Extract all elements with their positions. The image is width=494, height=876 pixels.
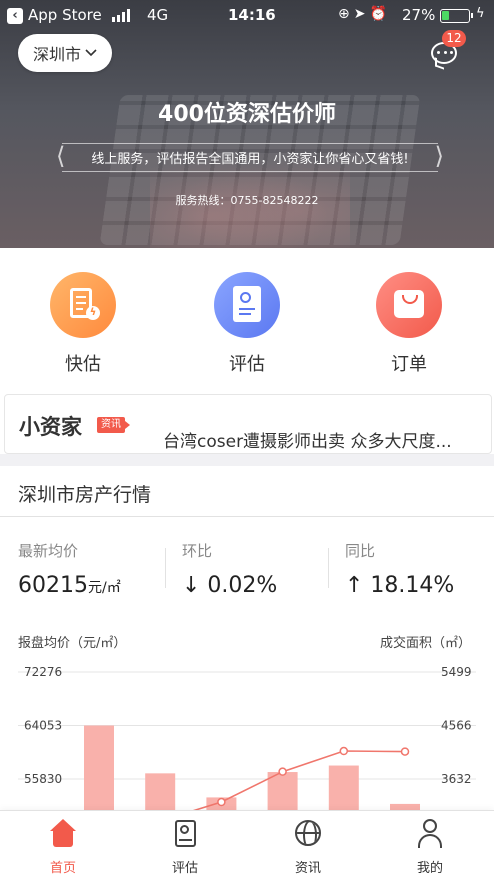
battery-percent: 27% <box>402 6 436 24</box>
quick-estimate-icon: ϟ <box>50 272 116 338</box>
back-app-label[interactable]: App Store <box>28 6 102 24</box>
stat-label: 最新均价 <box>18 542 79 560</box>
service-label: 订单 <box>391 354 427 375</box>
service-label: 评估 <box>229 354 265 375</box>
tab-label: 资讯 <box>294 861 321 876</box>
home-icon <box>48 819 78 849</box>
bar <box>84 725 114 810</box>
divider <box>328 548 329 588</box>
left-tick-label: 55830 <box>24 772 62 786</box>
news-headline[interactable]: 台湾coser遭摄影师出卖 众多大尺度... <box>163 427 483 452</box>
stat-label: 同比 <box>345 542 376 560</box>
divider <box>165 548 166 588</box>
status-icons: ⊕➤⏰ <box>338 6 391 22</box>
service-quick-estimate[interactable]: ϟ 快估 <box>38 272 128 376</box>
line-point <box>217 797 226 807</box>
service-grid: ϟ 快估 评估 订单 <box>0 248 494 392</box>
city-name: 深圳市 <box>32 45 81 64</box>
series-line <box>192 750 406 810</box>
hero-tagline-text: 线上服务，评估报告全国通用，小资家让你省心又省钱! <box>91 152 409 167</box>
signal-strength-icon <box>112 9 130 22</box>
status-bar: ‹ App Store 4G 14:16 ⊕➤⏰ 27% ϟ <box>0 0 494 32</box>
appraisal-doc-icon <box>170 819 200 849</box>
charging-icon: ϟ <box>476 6 485 21</box>
hotline-text[interactable]: 服务热线：0755-82548222 <box>0 192 494 208</box>
section-gap <box>0 454 494 466</box>
line-point <box>339 746 349 756</box>
battery-icon <box>440 9 473 23</box>
appraisal-icon <box>214 272 280 338</box>
service-orders[interactable]: 订单 <box>364 272 454 376</box>
message-count-badge: 12 <box>442 30 466 47</box>
hero-headline: 400位资深估价师 <box>158 102 336 127</box>
line-point <box>400 747 410 756</box>
right-tick-label: 4566 <box>441 719 472 733</box>
city-selector[interactable]: 深圳市 <box>18 34 112 72</box>
tab-label: 评估 <box>171 861 198 876</box>
stat-average-price: 最新均价 60215元/㎡ <box>18 540 121 598</box>
tab-appraisal[interactable]: 评估 <box>140 819 230 876</box>
right-tick-label: 5499 <box>441 665 472 679</box>
left-tick-label: 72276 <box>24 665 62 679</box>
news-ticker[interactable]: 小资家 资讯 台湾coser遭摄影师出卖 众多大尺度... <box>4 394 492 454</box>
news-brand-logo: 小资家 <box>19 414 82 439</box>
service-label: 快估 <box>65 354 101 375</box>
average-price-value: 60215 <box>18 573 88 598</box>
bottom-tab-bar: 首页 评估 资讯 我的 <box>0 810 494 876</box>
back-to-app-icon[interactable]: ‹ <box>7 8 23 24</box>
stat-value: 60215元/㎡ <box>18 573 121 598</box>
tab-label: 首页 <box>49 861 76 876</box>
chevron-down-icon <box>85 49 97 57</box>
stat-year-on-year: 同比 ↑ 18.14% <box>345 540 454 598</box>
divider <box>0 516 494 517</box>
average-price-unit: 元/㎡ <box>88 580 121 596</box>
tab-profile[interactable]: 我的 <box>385 819 475 876</box>
user-icon <box>415 819 445 849</box>
news-tag-badge: 资讯 <box>97 417 130 433</box>
tab-news[interactable]: 资讯 <box>263 819 353 876</box>
globe-icon <box>293 819 323 849</box>
left-tick-label: 64053 <box>24 719 62 733</box>
stat-label: 环比 <box>182 542 213 560</box>
stat-value: ↑ 18.14% <box>345 573 455 598</box>
price-volume-chart: 72276 5499 64053 4566 55830 3632 <box>18 665 476 810</box>
market-section-title: 深圳市房产行情 <box>18 484 152 506</box>
order-bag-icon <box>376 272 442 338</box>
service-appraisal[interactable]: 评估 <box>202 272 292 376</box>
network-type: 4G <box>147 6 169 24</box>
tab-label: 我的 <box>416 861 443 876</box>
chart-left-axis-title: 报盘均价（元/㎡） <box>18 636 127 651</box>
bar <box>145 773 176 810</box>
status-time: 14:16 <box>228 6 276 24</box>
line-point <box>278 767 287 776</box>
tab-home[interactable]: 首页 <box>18 819 108 876</box>
chart-right-axis-title: 成交面积（㎡） <box>380 636 472 651</box>
stat-month-on-month: 环比 ↓ 0.02% <box>182 540 277 598</box>
right-tick-label: 3632 <box>441 772 472 786</box>
hero-tagline: 线上服务，评估报告全国通用，小资家让你省心又省钱! <box>56 142 444 172</box>
bar <box>328 765 359 810</box>
stat-value: ↓ 0.02% <box>182 573 278 598</box>
